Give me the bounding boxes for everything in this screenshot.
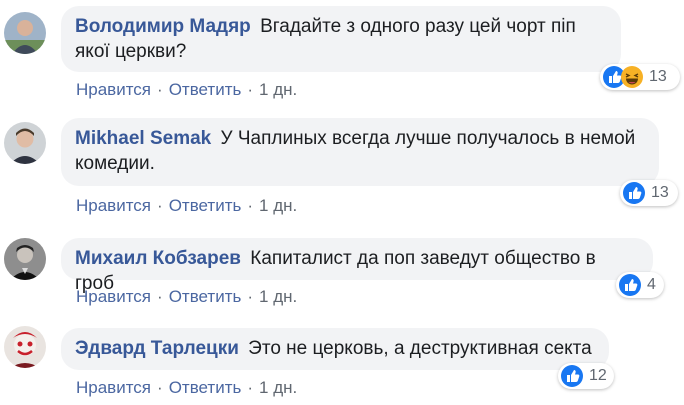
like-icon: [561, 365, 583, 387]
comment-bubble: Mikhael Semak У Чаплиных всегда лучше по…: [61, 118, 659, 186]
comment-actions: Нравится · Ответить · 1 дн.: [76, 378, 297, 398]
reactions-badge[interactable]: 12: [558, 363, 614, 389]
haha-icon: [621, 66, 643, 88]
comment-time[interactable]: 1 дн.: [259, 378, 297, 397]
comment-actions: Нравится · Ответить · 1 дн.: [76, 80, 297, 100]
reactions-badge[interactable]: 4: [616, 272, 664, 298]
reaction-count: 12: [589, 367, 607, 384]
separator: ·: [157, 287, 163, 306]
avatar[interactable]: [4, 238, 46, 280]
comment-bubble: Володимир Мадяр Вгадайте з одного разу ц…: [61, 6, 621, 72]
reactions-badge[interactable]: 13: [600, 64, 680, 90]
comment-time[interactable]: 1 дн.: [259, 196, 297, 215]
comment-author[interactable]: Эдвард Тарлецки: [75, 338, 239, 359]
avatar[interactable]: [4, 122, 46, 164]
avatar[interactable]: [4, 326, 46, 368]
like-link[interactable]: Нравится: [76, 80, 151, 99]
reply-link[interactable]: Ответить: [169, 378, 242, 397]
reply-link[interactable]: Ответить: [169, 80, 242, 99]
reaction-count: 4: [647, 276, 656, 293]
comment-author[interactable]: Володимир Мадяр: [75, 16, 251, 37]
comment-bubble: Михаил Кобзарев Капиталист да поп заведу…: [61, 238, 653, 294]
comment-text: Это не церковь, а деструктивная секта: [248, 338, 592, 359]
like-icon: [623, 182, 645, 204]
avatar[interactable]: [4, 12, 46, 54]
like-link[interactable]: Нравится: [76, 287, 151, 306]
separator: ·: [157, 378, 163, 397]
comment-author[interactable]: Михаил Кобзарев: [75, 248, 241, 269]
reaction-count: 13: [649, 68, 667, 85]
reply-link[interactable]: Ответить: [169, 287, 242, 306]
comment-actions: Нравится · Ответить · 1 дн.: [76, 196, 297, 216]
like-link[interactable]: Нравится: [76, 378, 151, 397]
separator: ·: [247, 378, 254, 397]
comment-time[interactable]: 1 дн.: [259, 80, 297, 99]
like-link[interactable]: Нравится: [76, 196, 151, 215]
separator: ·: [247, 287, 254, 306]
like-icon: [619, 274, 641, 296]
comment-actions: Нравится · Ответить · 1 дн.: [76, 287, 297, 307]
reply-link[interactable]: Ответить: [169, 196, 242, 215]
comment-author[interactable]: Mikhael Semak: [75, 128, 211, 149]
separator: ·: [157, 196, 163, 215]
separator: ·: [157, 80, 163, 99]
separator: ·: [247, 196, 254, 215]
separator: ·: [247, 80, 254, 99]
reaction-count: 13: [651, 184, 669, 201]
comment-bubble: Эдвард Тарлецки Это не церковь, а дестру…: [61, 328, 609, 370]
reactions-badge[interactable]: 13: [620, 180, 678, 206]
comment-time[interactable]: 1 дн.: [259, 287, 297, 306]
